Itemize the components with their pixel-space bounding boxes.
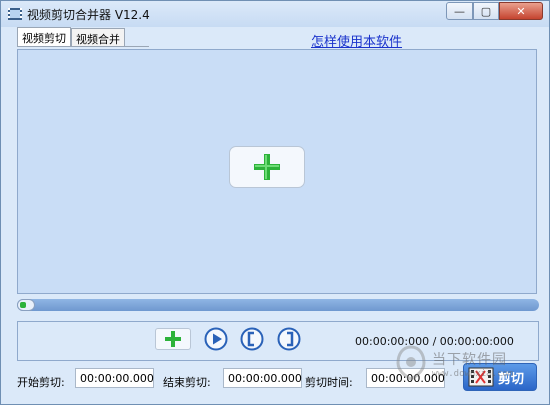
start-cut-label: 开始剪切: <box>17 376 65 389</box>
app-icon <box>8 8 22 20</box>
scissors-film-icon <box>468 367 494 387</box>
maximize-button[interactable]: ▢ <box>473 2 499 20</box>
timeline-progress-bar[interactable] <box>17 299 539 311</box>
help-link[interactable]: 怎样使用本软件 <box>311 31 402 50</box>
cut-button-label: 剪切 <box>498 371 525 387</box>
app-window: 视频剪切合并器 V12.4 — ▢ ✕ 视频剪切 视频合并 怎样使用本软件 00… <box>0 0 550 405</box>
duration-label: 剪切时间: <box>305 376 353 389</box>
duration-field[interactable]: 00:00:00.000 <box>366 368 445 388</box>
end-cut-label: 结束剪切: <box>163 376 211 389</box>
add-button[interactable] <box>155 328 191 350</box>
play-button[interactable] <box>204 327 228 351</box>
progress-indicator <box>20 302 26 308</box>
mark-out-button[interactable] <box>277 327 301 351</box>
video-preview-area[interactable] <box>17 49 537 294</box>
playback-controls: 00:00:00:000 / 00:00:00:000 <box>17 321 539 361</box>
window-controls: — ▢ ✕ <box>446 2 543 20</box>
add-icon <box>165 331 181 347</box>
maximize-icon: ▢ <box>480 4 492 18</box>
mark-in-button[interactable] <box>240 327 264 351</box>
add-video-button[interactable] <box>229 146 305 188</box>
start-cut-field[interactable]: 00:00:00.000 <box>75 368 154 388</box>
title-bar[interactable]: 视频剪切合并器 V12.4 — ▢ ✕ <box>1 1 549 27</box>
close-button[interactable]: ✕ <box>499 2 543 20</box>
window-title: 视频剪切合并器 V12.4 <box>27 8 150 22</box>
cut-settings-bar: 开始剪切: 00:00:00.000 结束剪切: 00:00:00.000 剪切… <box>1 363 549 394</box>
play-icon <box>204 327 228 351</box>
bracket-left-icon <box>240 327 264 351</box>
bracket-right-icon <box>277 327 301 351</box>
tab-video-cut[interactable]: 视频剪切 <box>17 27 71 47</box>
add-icon <box>254 154 280 180</box>
end-cut-field[interactable]: 00:00:00.000 <box>223 368 302 388</box>
close-icon: ✕ <box>516 4 526 18</box>
progress-handle[interactable] <box>17 299 35 311</box>
tab-video-merge[interactable]: 视频合并 <box>71 28 125 46</box>
cut-button[interactable]: 剪切 <box>463 363 537 391</box>
tab-bar: 视频剪切 视频合并 <box>17 27 125 47</box>
tab-divider <box>17 46 149 47</box>
minimize-button[interactable]: — <box>446 2 473 20</box>
timecode-display: 00:00:00:000 / 00:00:00:000 <box>355 335 514 348</box>
minimize-icon: — <box>454 4 465 18</box>
